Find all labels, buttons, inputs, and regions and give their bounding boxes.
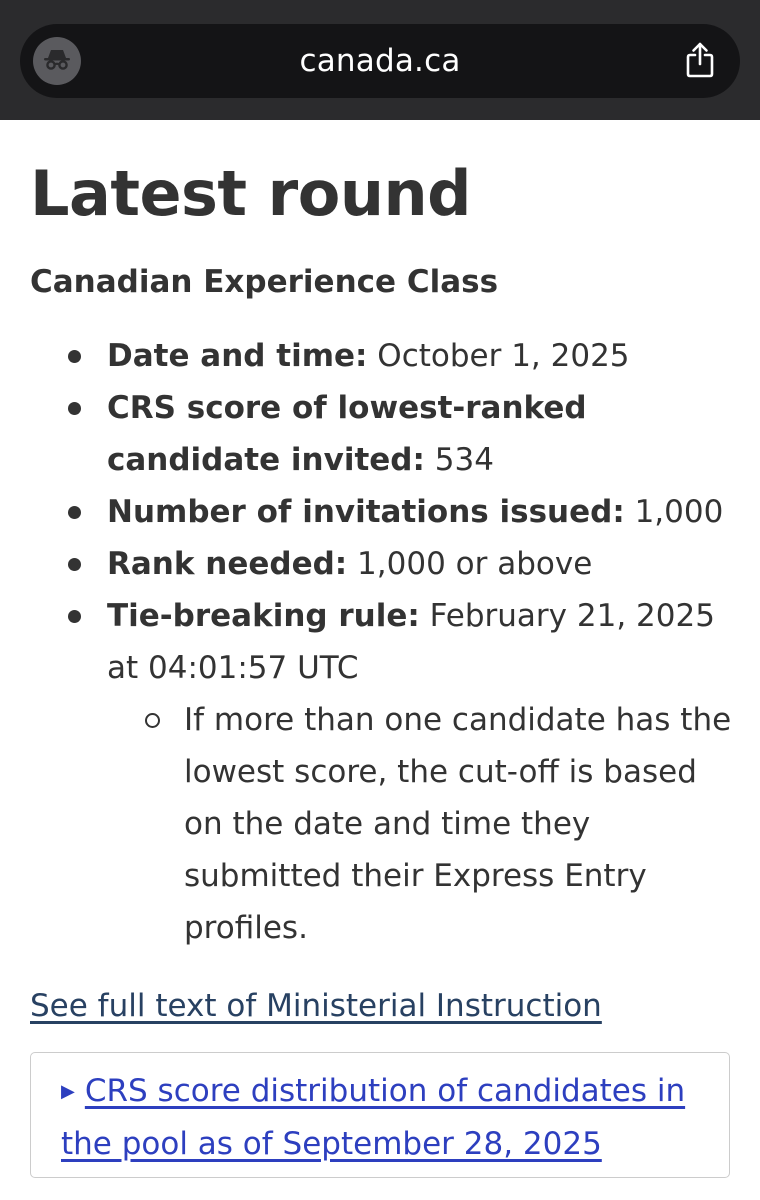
ministerial-instruction-link[interactable]: See full text of Ministerial Instruction xyxy=(30,982,602,1030)
item-value: 534 xyxy=(424,442,494,478)
item-value: October 1, 2025 xyxy=(367,338,630,374)
section-heading: Canadian Experience Class xyxy=(30,264,499,300)
item-label: Tie-breaking rule: xyxy=(107,598,420,634)
item-value: 1,000 or above xyxy=(347,546,593,582)
browser-toolbar: canada.ca xyxy=(0,0,760,120)
list-item-date-time: Date and time: October 1, 2025 xyxy=(30,330,735,382)
page-title: Latest round xyxy=(30,157,472,230)
crs-distribution-link[interactable]: CRS score distribution of candidates in … xyxy=(61,1073,685,1162)
list-item-invitations: Number of invitations issued: 1,000 xyxy=(30,486,735,538)
share-button[interactable] xyxy=(682,42,718,82)
share-icon xyxy=(685,41,715,83)
tie-breaking-note: If more than one candidate has the lowes… xyxy=(107,694,735,954)
crs-distribution-details[interactable]: ▶ CRS score distribution of candidates in… xyxy=(30,1052,730,1178)
list-item-rank-needed: Rank needed: 1,000 or above xyxy=(30,538,735,590)
round-details-list: Date and time: October 1, 2025 CRS score… xyxy=(30,330,735,954)
item-label: Number of invitations issued: xyxy=(107,494,625,530)
item-label: Date and time: xyxy=(107,338,368,374)
item-label: CRS score of lowest-ranked candidate inv… xyxy=(107,390,587,478)
url-text[interactable]: canada.ca xyxy=(20,24,740,98)
list-item-tie-breaking: Tie-breaking rule: February 21, 2025 at … xyxy=(30,590,735,954)
disclosure-triangle-icon[interactable]: ▶ xyxy=(61,1066,75,1118)
address-bar[interactable]: canada.ca xyxy=(20,24,740,98)
item-label: Rank needed: xyxy=(107,546,348,582)
list-item-crs-score: CRS score of lowest-ranked candidate inv… xyxy=(30,382,735,486)
details-summary[interactable]: ▶ CRS score distribution of candidates in… xyxy=(61,1065,713,1170)
item-value: 1,000 xyxy=(624,494,724,530)
tie-breaking-sub-list: If more than one candidate has the lowes… xyxy=(107,694,735,954)
